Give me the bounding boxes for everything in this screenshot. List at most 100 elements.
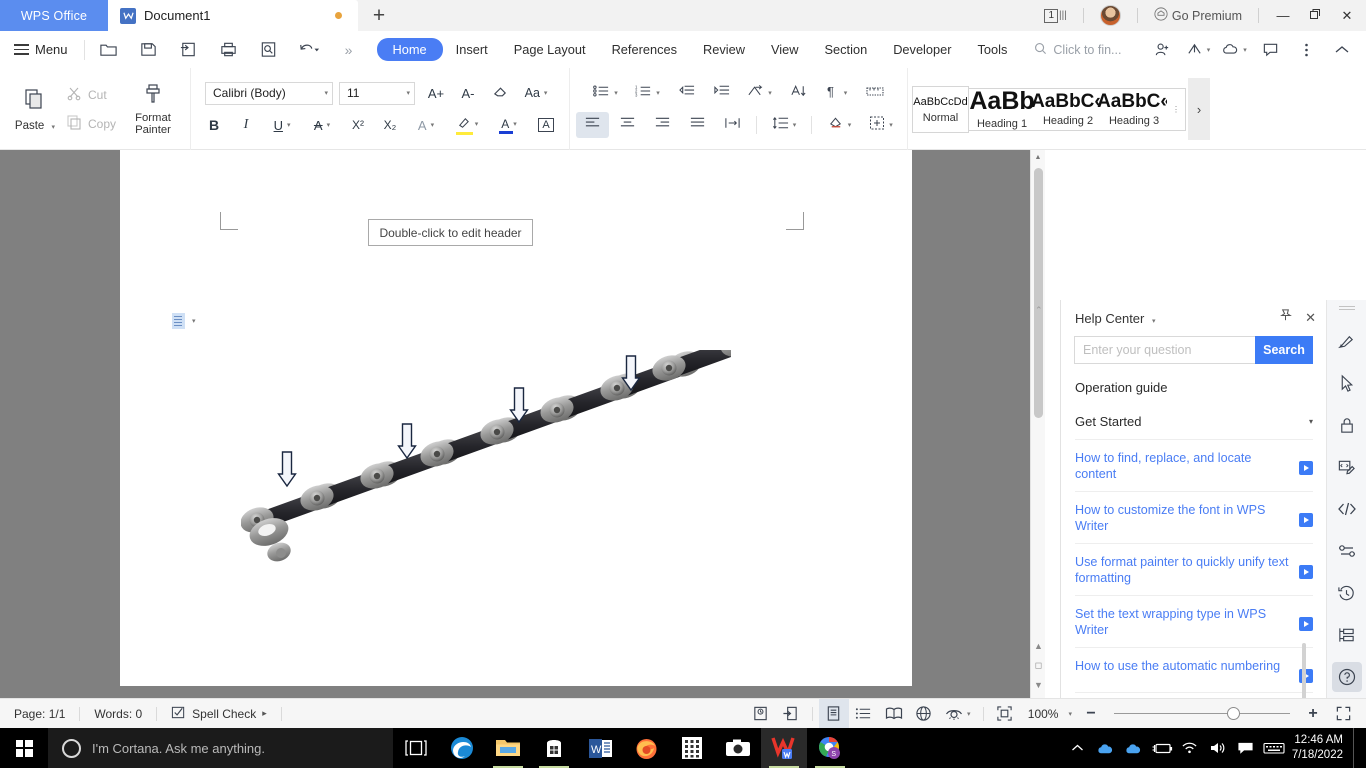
volume-icon[interactable]	[1204, 728, 1232, 768]
onedrive-icon[interactable]	[1092, 728, 1120, 768]
edit-code-icon[interactable]	[1332, 452, 1362, 482]
taskbar-app-microsoft-edge[interactable]	[439, 728, 485, 768]
change-case-button[interactable]: Aa ▾	[517, 80, 555, 106]
style-heading-3[interactable]: AaBbC« Heading 3	[1097, 88, 1171, 130]
tab-view[interactable]: View	[758, 38, 812, 61]
copy-button[interactable]: Copy	[66, 114, 116, 133]
cursor-select-icon[interactable]	[1332, 368, 1362, 398]
help-center-title[interactable]: Help Center ▾	[1075, 311, 1156, 326]
spell-check-button[interactable]: Spell Check ▸	[157, 705, 281, 723]
page-count-badge[interactable]: 1 |||	[1037, 0, 1073, 31]
zoom-slider[interactable]	[1114, 699, 1290, 729]
next-page-icon[interactable]: ▼	[1034, 680, 1043, 690]
scrollbar-thumb[interactable]	[1034, 168, 1043, 418]
close-icon[interactable]: ✕	[1305, 310, 1316, 326]
chain-image[interactable]	[237, 327, 757, 570]
user-avatar-button[interactable]	[1093, 0, 1128, 31]
previous-page-icon[interactable]: ▲	[1034, 641, 1043, 651]
cloud-sync-icon[interactable]: ▾	[1216, 31, 1252, 68]
zoom-out-button[interactable]: −	[1076, 699, 1106, 729]
tab-developer[interactable]: Developer	[880, 38, 964, 61]
align-right-button[interactable]	[646, 112, 679, 138]
grow-font-button[interactable]: A+	[421, 80, 451, 106]
styles-scroll-handle[interactable]: ⋮	[1167, 88, 1186, 130]
history-icon[interactable]	[1332, 578, 1362, 608]
taskbar-app-file-explorer[interactable]	[485, 728, 531, 768]
outline-view-button[interactable]	[849, 699, 879, 729]
find-command-box[interactable]: Click to fin...	[1034, 42, 1121, 58]
list-item[interactable]: How to customize the font in WPS Writer	[1075, 491, 1313, 543]
zoom-in-button[interactable]: +	[1298, 699, 1328, 729]
document-page[interactable]: Double-click to edit header ▾	[120, 150, 912, 686]
restore-button[interactable]	[1300, 0, 1330, 31]
help-search-button[interactable]: Search	[1255, 336, 1313, 364]
help-search-input[interactable]	[1074, 336, 1255, 364]
close-button[interactable]: ✕	[1332, 0, 1362, 31]
tab-references[interactable]: References	[599, 38, 690, 61]
shrink-font-button[interactable]: A-	[453, 80, 483, 106]
scroll-up-button[interactable]: ▲	[1031, 150, 1045, 165]
text-effects-button[interactable]: A ▾	[407, 112, 445, 138]
select-browse-object-icon[interactable]: ◻	[1035, 660, 1042, 671]
code-icon[interactable]	[1332, 494, 1362, 524]
comment-icon[interactable]	[1252, 31, 1288, 68]
bold-button[interactable]: B	[199, 112, 229, 138]
taskbar-app-firefox[interactable]	[623, 728, 669, 768]
style-heading-2[interactable]: AaBbC« Heading 2	[1031, 88, 1105, 130]
open-file-icon[interactable]	[89, 31, 129, 68]
play-video-icon[interactable]	[1299, 617, 1313, 631]
new-tab-button[interactable]: +	[358, 0, 400, 31]
save-icon[interactable]	[129, 31, 169, 68]
lock-icon[interactable]	[1332, 410, 1362, 440]
play-video-icon[interactable]	[1299, 565, 1313, 579]
play-video-icon[interactable]	[1299, 513, 1313, 527]
web-layout-view-button[interactable]	[909, 699, 939, 729]
pin-icon[interactable]	[1278, 308, 1293, 328]
subscript-button[interactable]: X₂	[375, 112, 405, 138]
settings-sliders-icon[interactable]	[1332, 536, 1362, 566]
undo-icon[interactable]	[289, 31, 329, 68]
collapse-ribbon-icon[interactable]	[1324, 31, 1360, 68]
action-center-icon[interactable]	[1232, 728, 1260, 768]
font-family-combo[interactable]: Calibri (Body) ▾	[205, 81, 334, 105]
task-view-button[interactable]	[393, 728, 439, 768]
strikethrough-button[interactable]: A ▾	[303, 112, 341, 138]
keyboard-icon[interactable]	[1260, 728, 1288, 768]
cut-button[interactable]: Cut	[66, 85, 116, 104]
list-item[interactable]: How to find, replace, and locate content	[1075, 439, 1313, 491]
fit-page-button[interactable]	[990, 699, 1020, 729]
play-video-icon[interactable]	[1299, 461, 1313, 475]
clear-formatting-button[interactable]	[485, 80, 515, 106]
header-edit-hint[interactable]: Double-click to edit header	[368, 219, 533, 246]
taskbar-app-google-chrome[interactable]: S	[807, 728, 853, 768]
taskbar-app-microsoft-store[interactable]	[531, 728, 577, 768]
tab-home[interactable]: Home	[376, 38, 443, 61]
italic-button[interactable]: I	[231, 112, 261, 138]
go-premium-button[interactable]: Go Premium	[1147, 0, 1249, 31]
brush-icon[interactable]	[1332, 326, 1362, 356]
wps-office-brand-tab[interactable]: WPS Office	[0, 0, 108, 31]
decrease-indent-button[interactable]	[670, 80, 703, 106]
styles-expand-button[interactable]: ›	[1188, 78, 1211, 140]
increase-indent-button[interactable]	[705, 80, 738, 106]
print-icon[interactable]	[209, 31, 249, 68]
zoom-slider-knob[interactable]	[1227, 707, 1240, 720]
start-button[interactable]	[0, 728, 48, 768]
format-painter-button[interactable]: Format Painter	[122, 82, 184, 137]
taskbar-app-calculator[interactable]	[669, 728, 715, 768]
align-left-button[interactable]	[576, 112, 610, 138]
paste-button[interactable]: Paste ▾	[6, 87, 64, 132]
document-tab[interactable]: Document1	[108, 0, 358, 31]
justify-button[interactable]	[681, 112, 714, 138]
align-center-button[interactable]	[611, 112, 644, 138]
page-indicator[interactable]: Page: 1/1	[0, 707, 79, 721]
cortana-search-box[interactable]: I'm Cortana. Ask me anything.	[48, 728, 393, 768]
distribute-button[interactable]	[716, 112, 749, 138]
font-size-combo[interactable]: 11 ▾	[339, 81, 416, 105]
layout-options-button[interactable]: ▾	[172, 313, 196, 329]
more-chevrons-icon[interactable]: »	[329, 31, 369, 68]
export-icon[interactable]	[776, 699, 806, 729]
taskbar-app-microsoft-word[interactable]: W	[577, 728, 623, 768]
menu-button[interactable]: Menu	[0, 31, 80, 68]
borders-button[interactable]: ▾	[861, 112, 901, 138]
